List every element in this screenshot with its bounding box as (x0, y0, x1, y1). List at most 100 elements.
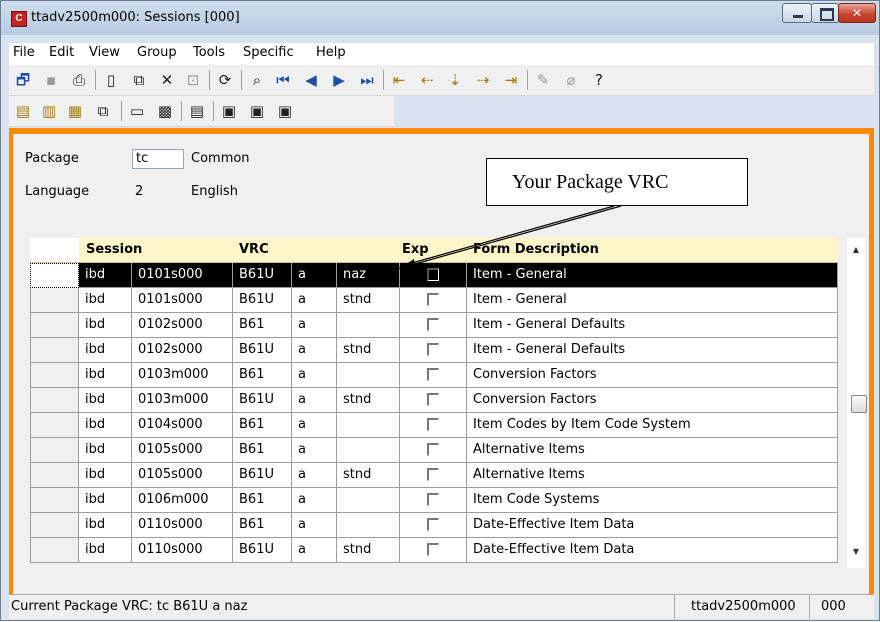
cell-customization[interactable] (337, 488, 400, 513)
cell-session-code[interactable]: 0102s000 (132, 338, 233, 363)
group-first-icon[interactable]: ⇤ (389, 70, 409, 90)
cell-customization[interactable]: stnd (337, 388, 400, 413)
cell-release[interactable]: a (292, 538, 337, 563)
cell-package[interactable]: ibd (79, 513, 132, 538)
cell-exp[interactable] (400, 488, 467, 513)
cell-exp[interactable] (400, 263, 467, 288)
column-header-session[interactable]: Session (86, 242, 142, 257)
cell-form-description[interactable]: Item Code Systems (467, 488, 838, 513)
exp-checkbox[interactable] (427, 268, 439, 281)
exp-checkbox[interactable] (427, 393, 439, 406)
cell-release[interactable]: a (292, 438, 337, 463)
table-row[interactable]: ibd 0102s000 B61U a stnd Item - General Defau… (30, 338, 838, 363)
cell-exp[interactable] (400, 438, 467, 463)
previous-record-icon[interactable]: ◀ (301, 70, 321, 90)
cell-package[interactable]: ibd (79, 363, 132, 388)
group-previous-icon[interactable]: ⇠ (417, 70, 437, 90)
cell-vrc[interactable]: B61 (233, 438, 292, 463)
cell-exp[interactable] (400, 288, 467, 313)
scroll-up-icon[interactable]: ▲ (847, 242, 865, 258)
cell-package[interactable]: ibd (79, 288, 132, 313)
cell-session-code[interactable]: 0103m000 (132, 388, 233, 413)
exp-checkbox[interactable] (427, 493, 439, 506)
app-logo-icon[interactable]: C (11, 11, 27, 27)
row-selector[interactable] (30, 413, 79, 438)
vertical-scrollbar[interactable]: ▲ ▼ (847, 238, 867, 568)
session-icon-1[interactable]: ▤ (13, 101, 33, 121)
cell-release[interactable]: a (292, 488, 337, 513)
menu-tools[interactable]: Tools (193, 45, 225, 60)
cell-form-description[interactable]: Date-Effective Item Data (467, 538, 838, 563)
table-row[interactable]: ibd 0104s000 B61 a Item Codes by Item Code S… (30, 413, 838, 438)
session-icon-3[interactable]: ▦ (65, 101, 85, 121)
cell-package[interactable]: ibd (79, 488, 132, 513)
exp-checkbox[interactable] (427, 368, 439, 381)
table-row[interactable]: ibd 0101s000 B61U a stnd Item - General (30, 288, 838, 313)
copy-icon[interactable]: ⧉ (129, 70, 149, 90)
refresh-icon[interactable]: ⟳ (215, 70, 235, 90)
print-icon[interactable]: ⎙ (69, 70, 89, 90)
exp-checkbox[interactable] (427, 293, 439, 306)
group-down-icon[interactable]: ⇣ (445, 70, 465, 90)
row-selector[interactable] (30, 438, 79, 463)
help-pointer-icon[interactable]: ? (589, 70, 609, 90)
table-row[interactable]: ibd 0101s000 B61U a naz Item - General (30, 263, 838, 288)
cell-package[interactable]: ibd (79, 338, 132, 363)
menu-help[interactable]: Help (316, 45, 346, 60)
cell-vrc[interactable]: B61U (233, 388, 292, 413)
table-row[interactable]: ibd 0103m000 B61U a stnd Conversion Factors (30, 388, 838, 413)
vrc-icon-1[interactable]: ▣ (219, 101, 239, 121)
table-row[interactable]: ibd 0102s000 B61 a Item - General Defaults (30, 313, 838, 338)
vrc-icon-3[interactable]: ▣ (275, 101, 295, 121)
scroll-down-icon[interactable]: ▼ (847, 544, 865, 560)
row-selector[interactable] (30, 288, 79, 313)
cell-release[interactable]: a (292, 513, 337, 538)
find-icon[interactable]: ⌕ (247, 70, 267, 90)
cell-exp[interactable] (400, 538, 467, 563)
row-selector[interactable] (30, 263, 79, 288)
cell-customization[interactable] (337, 363, 400, 388)
cell-form-description[interactable]: Conversion Factors (467, 363, 838, 388)
row-selector[interactable] (30, 363, 79, 388)
cell-release[interactable]: a (292, 463, 337, 488)
cell-customization[interactable]: naz (337, 263, 400, 288)
cell-package[interactable]: ibd (79, 388, 132, 413)
cell-session-code[interactable]: 0110s000 (132, 538, 233, 563)
row-selector[interactable] (30, 388, 79, 413)
table-row[interactable]: ibd 0105s000 B61U a stnd Alternative Items (30, 463, 838, 488)
row-selector[interactable] (30, 463, 79, 488)
cell-vrc[interactable]: B61 (233, 488, 292, 513)
cell-session-code[interactable]: 0102s000 (132, 313, 233, 338)
cell-release[interactable]: a (292, 413, 337, 438)
cell-form-description[interactable]: Item - General Defaults (467, 338, 838, 363)
paste-icon[interactable]: ⊡ (183, 70, 203, 90)
session-icon-2[interactable]: ▥ (39, 101, 59, 121)
cell-session-code[interactable]: 0105s000 (132, 438, 233, 463)
first-record-icon[interactable]: ⏮ (273, 70, 293, 90)
cell-exp[interactable] (400, 338, 467, 363)
cell-session-code[interactable]: 0101s000 (132, 263, 233, 288)
cell-session-code[interactable]: 0101s000 (132, 288, 233, 313)
cell-session-code[interactable]: 0106m000 (132, 488, 233, 513)
cell-session-code[interactable]: 0110s000 (132, 513, 233, 538)
group-next-icon[interactable]: ⇢ (473, 70, 493, 90)
cell-customization[interactable]: stnd (337, 338, 400, 363)
attachment-icon[interactable]: ⌀ (561, 70, 581, 90)
column-header-vrc[interactable]: VRC (239, 242, 269, 257)
cell-release[interactable]: a (292, 363, 337, 388)
table-row[interactable]: ibd 0106m000 B61 a Item Code Systems (30, 488, 838, 513)
exp-checkbox[interactable] (427, 543, 439, 556)
exp-checkbox[interactable] (427, 443, 439, 456)
scroll-thumb[interactable] (851, 395, 867, 413)
exp-checkbox[interactable] (427, 418, 439, 431)
cell-vrc[interactable]: B61U (233, 263, 292, 288)
cell-vrc[interactable]: B61 (233, 513, 292, 538)
cell-vrc[interactable]: B61 (233, 413, 292, 438)
close-button[interactable]: ✕ (838, 3, 876, 23)
cell-release[interactable]: a (292, 313, 337, 338)
delete-icon[interactable]: ✕ (157, 70, 177, 90)
exp-checkbox[interactable] (427, 343, 439, 356)
cell-customization[interactable]: stnd (337, 538, 400, 563)
menu-group[interactable]: Group (137, 45, 177, 60)
cell-package[interactable]: ibd (79, 538, 132, 563)
